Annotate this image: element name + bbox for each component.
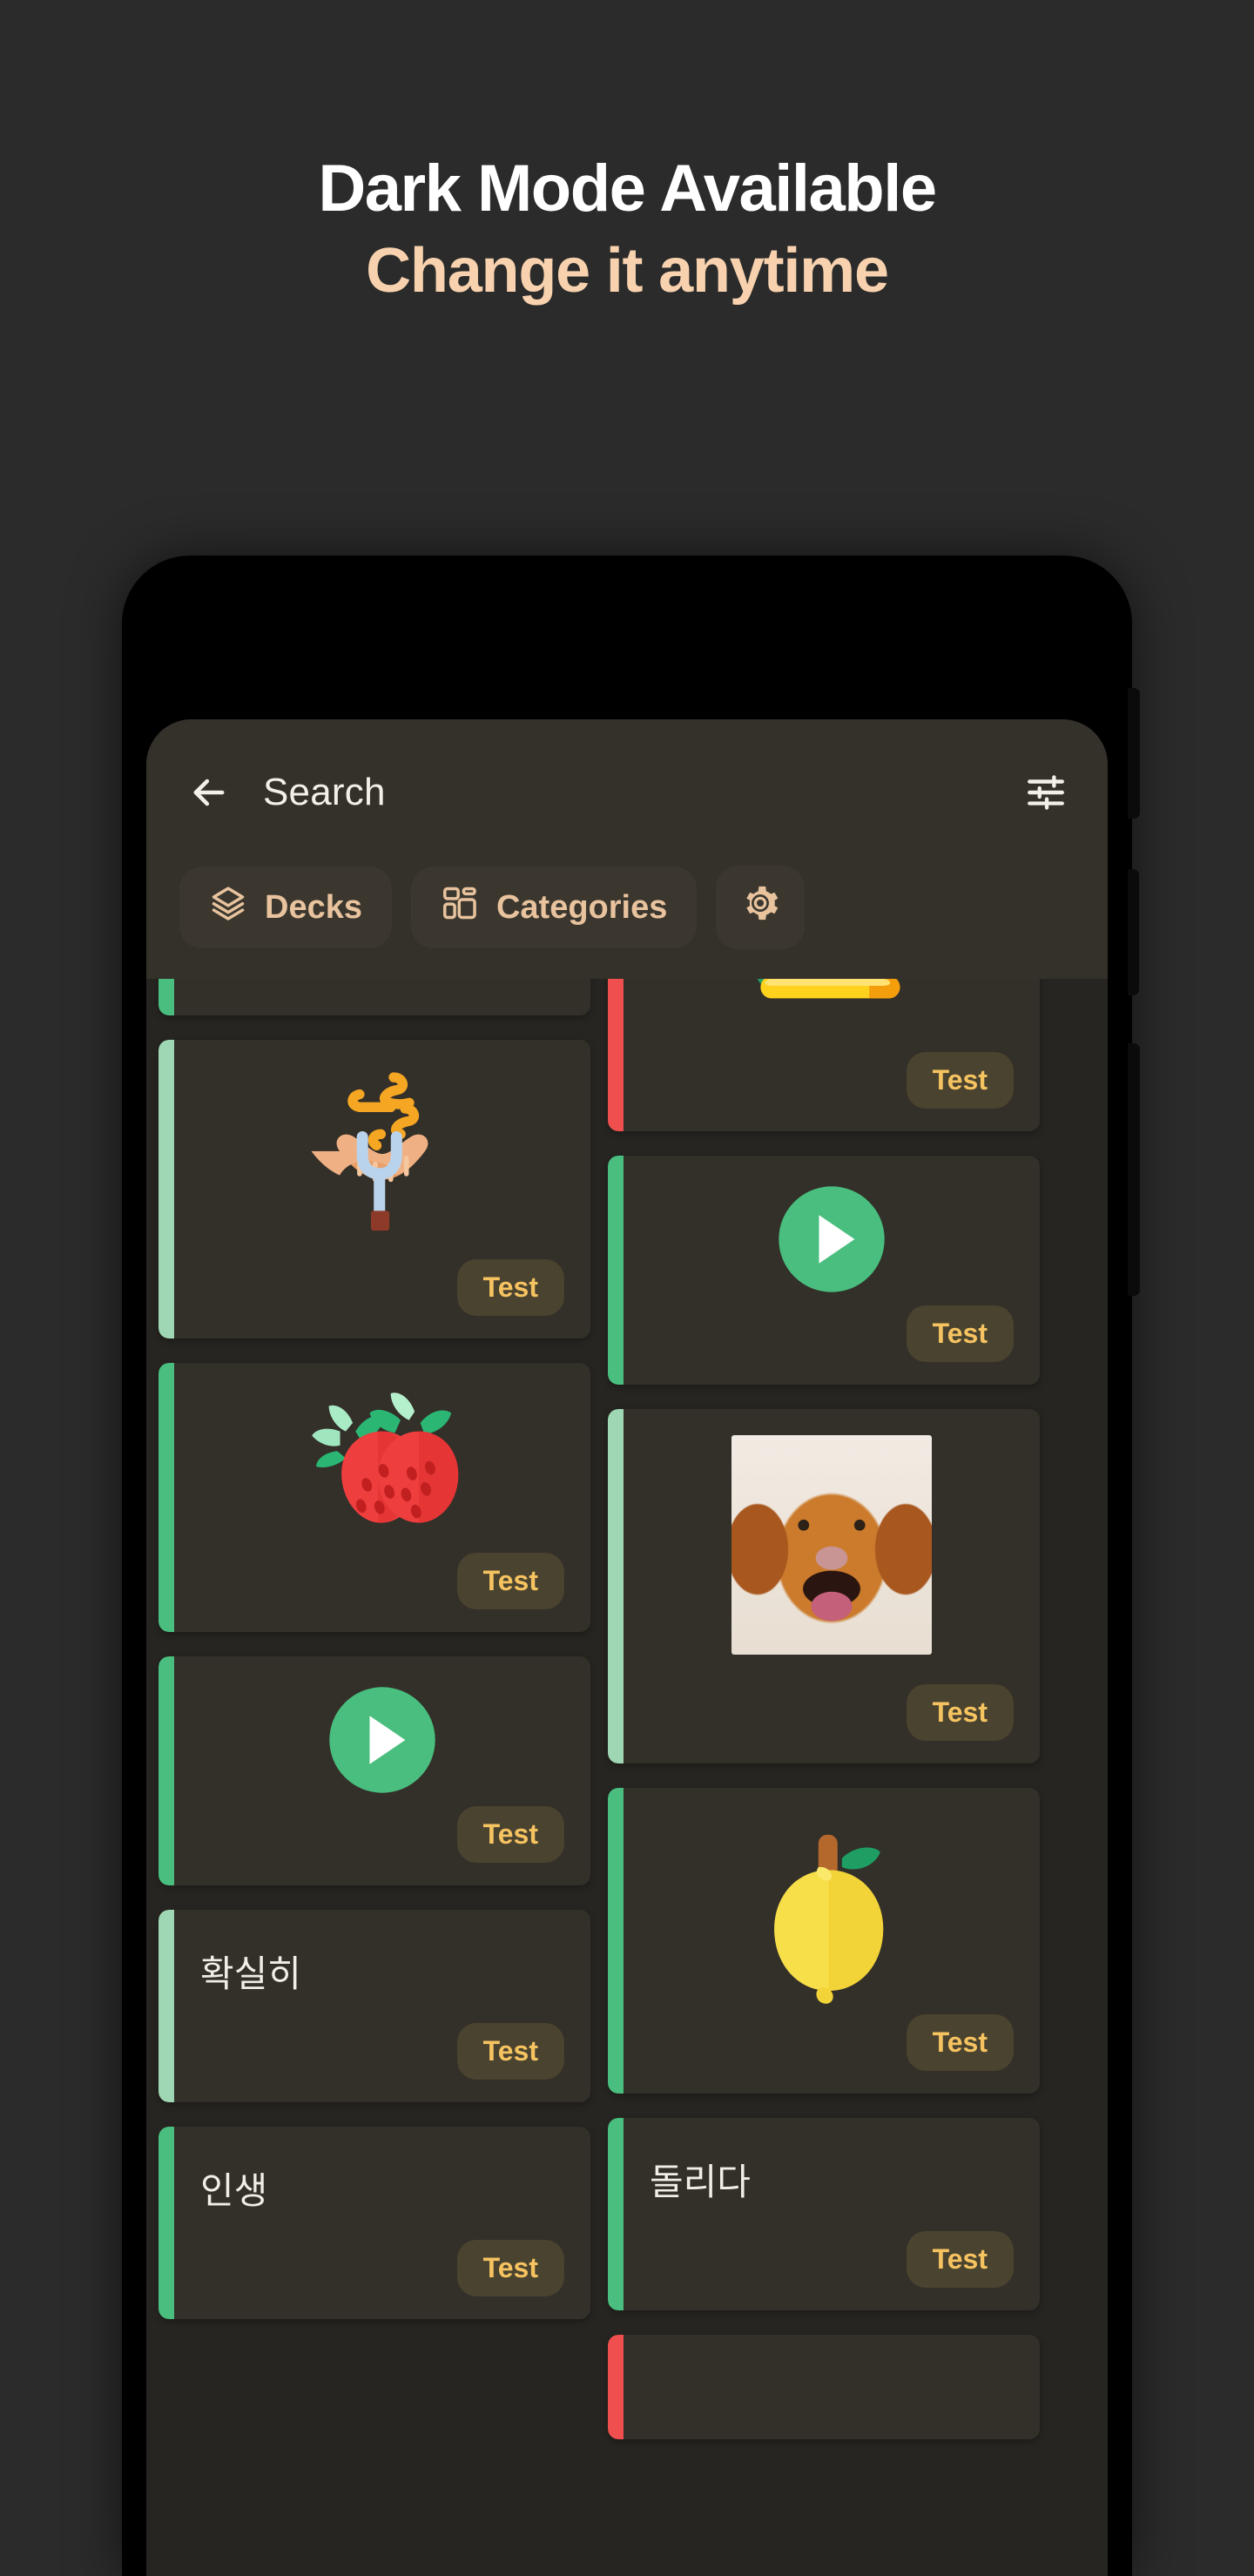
list-item[interactable]: Test <box>608 1788 1040 2094</box>
card-body <box>608 1409 1040 1663</box>
app-bar-title: Search <box>263 771 386 813</box>
chip-decks[interactable]: Decks <box>179 867 392 948</box>
status-badge[interactable]: Test <box>906 1052 1014 1109</box>
status-badge[interactable]: Test <box>906 1684 1014 1741</box>
dog-photo-image <box>650 1435 1014 1655</box>
card-word <box>650 2006 1014 2014</box>
list-item[interactable]: Test <box>158 1363 590 1632</box>
card-word <box>200 1544 564 1553</box>
card-badge-row: Test <box>608 1007 1040 1131</box>
card-word <box>200 1797 564 1806</box>
card-body <box>158 1363 590 1553</box>
list-item[interactable]: Test <box>608 1156 1040 1385</box>
card-word: 돌리다 <box>650 2161 751 2202</box>
card-badge-row: Test <box>158 1553 590 1632</box>
list-item[interactable] <box>608 2335 1040 2439</box>
card-word <box>200 1251 564 1259</box>
card-word <box>650 1297 1014 1305</box>
card-badge-row: Test <box>158 2023 590 2102</box>
card-accent-bar <box>158 979 174 1015</box>
list-item[interactable] <box>158 979 590 1015</box>
list-item[interactable]: 인생 Test <box>158 2127 590 2319</box>
list-item[interactable]: Test <box>608 979 1040 1131</box>
chip-categories-label: Categories <box>496 888 668 926</box>
app-bar: Search <box>146 719 1108 866</box>
status-badge[interactable]: Test <box>456 2240 564 2296</box>
card-body <box>158 1656 590 1806</box>
play-icon[interactable] <box>200 1682 564 1797</box>
card-body <box>608 979 1040 1007</box>
dashboard-icon <box>441 884 479 931</box>
chip-categories[interactable]: Categories <box>410 867 698 948</box>
card-badge-row: Test <box>158 1806 590 1885</box>
gear-icon <box>740 883 780 932</box>
card-body <box>608 1156 1040 1305</box>
card-grid-right-column: Test Test Test Test 돌리다 Test <box>608 979 1040 2464</box>
play-icon[interactable] <box>650 1182 1014 1297</box>
list-item[interactable]: Test <box>158 1040 590 1339</box>
card-accent-bar <box>608 2335 624 2439</box>
phone-mute-switch <box>1128 688 1140 819</box>
layers-icon <box>209 884 247 931</box>
chip-settings[interactable] <box>716 866 806 949</box>
list-item[interactable]: 확실히 Test <box>158 1910 590 2102</box>
card-body: 돌리다 <box>608 2118 1040 2231</box>
list-item[interactable]: 돌리다 Test <box>608 2118 1040 2310</box>
card-body: 인생 <box>158 2127 590 2240</box>
card-badge-row: Test <box>158 1259 590 1339</box>
list-item[interactable]: Test <box>158 1656 590 1885</box>
card-badge-row: Test <box>608 1305 1040 1385</box>
status-badge[interactable]: Test <box>456 2023 564 2080</box>
app-screen: Search Decks Categories Test Test Test 확… <box>146 719 1108 2576</box>
page-title: Dark Mode Available <box>318 152 937 226</box>
list-item[interactable]: Test <box>608 1409 1040 1763</box>
banana-icon <box>650 979 1014 1007</box>
card-body: 확실히 <box>158 1910 590 2023</box>
card-badge-row: Test <box>608 2231 1040 2310</box>
lemon-icon <box>650 1814 1014 2006</box>
card-grid[interactable]: Test Test Test 확실히 Test 인생 Test Test Tes… <box>146 979 1108 2576</box>
filter-chips-row: Decks Categories <box>146 866 1108 979</box>
card-word: 인생 <box>200 2170 268 2211</box>
card-body <box>158 1040 590 1259</box>
chip-decks-label: Decks <box>265 888 362 926</box>
strawberry-icon <box>200 1389 564 1544</box>
status-badge[interactable]: Test <box>906 2231 1014 2288</box>
card-body <box>608 1788 1040 2014</box>
status-badge[interactable]: Test <box>906 1305 1014 1362</box>
page-subtitle: Change it anytime <box>366 235 889 306</box>
arrow-left-icon[interactable] <box>186 770 232 815</box>
card-badge-row: Test <box>158 2240 590 2319</box>
card-badge-row: Test <box>608 2014 1040 2094</box>
tune-icon[interactable] <box>1024 771 1068 814</box>
status-badge[interactable]: Test <box>456 1259 564 1316</box>
status-badge[interactable]: Test <box>456 1806 564 1863</box>
promo-heading-block: Dark Mode Available Change it anytime <box>0 155 1254 304</box>
phone-volume-up-button <box>1128 869 1139 995</box>
phone-mockup: Search Decks Categories Test Test Test 확… <box>122 556 1140 2576</box>
card-word <box>650 1655 1014 1663</box>
card-badge-row: Test <box>608 1663 1040 1763</box>
phone-power-button <box>1128 1043 1140 1296</box>
status-badge[interactable]: Test <box>906 2014 1014 2071</box>
card-word: 확실히 <box>200 1953 301 1994</box>
sausage-icon <box>200 1066 564 1251</box>
status-badge[interactable]: Test <box>456 1553 564 1609</box>
card-grid-left-column: Test Test Test 확실히 Test 인생 Test <box>158 979 590 2343</box>
